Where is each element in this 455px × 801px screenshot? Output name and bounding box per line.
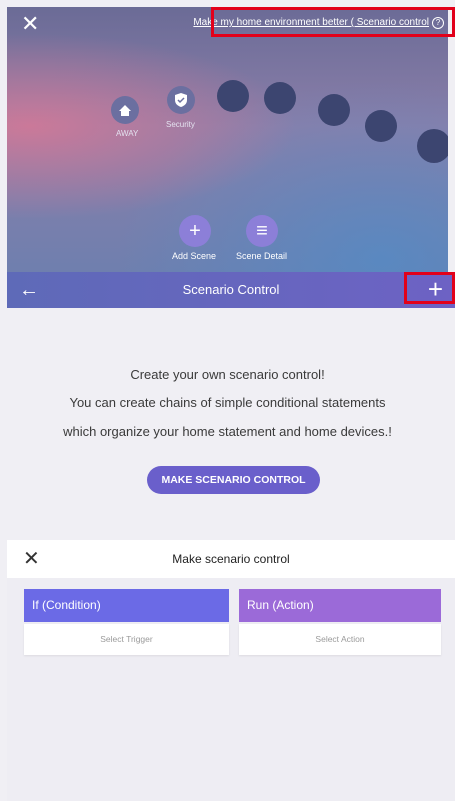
make-scenario-title: Make scenario control [172, 552, 290, 566]
select-action-field[interactable]: Select Action [239, 624, 441, 655]
make-scenario-header: ✕ Make scenario control [7, 540, 455, 578]
add-scene-button[interactable]: + [179, 215, 211, 247]
scene-security-button[interactable] [167, 86, 195, 114]
scene-empty-slot[interactable] [417, 129, 448, 163]
intro-line: which organize your home statement and h… [63, 424, 392, 439]
plus-icon: + [189, 220, 201, 242]
make-scenario-panel [7, 540, 455, 801]
scene-panel: ✕ Make my home environment better ( Scen… [7, 7, 448, 272]
scene-detail-label: Scene Detail [236, 251, 288, 261]
home-icon [119, 105, 131, 116]
action-header: Run (Action) [239, 589, 441, 622]
menu-icon: ≡ [256, 220, 268, 242]
page-title: Scenario Control [182, 282, 280, 297]
add-scene-label: Add Scene [172, 251, 217, 261]
make-scenario-button[interactable]: MAKE SCENARIO CONTROL [147, 466, 320, 494]
highlight-box [404, 272, 455, 304]
scene-away-button[interactable] [111, 96, 139, 124]
app-header: ← Scenario Control + [7, 272, 455, 308]
scene-empty-slot[interactable] [217, 80, 249, 112]
shield-icon [175, 93, 187, 107]
scene-empty-slot[interactable] [365, 110, 397, 142]
condition-header: If (Condition) [24, 589, 229, 622]
scene-empty-slot[interactable] [318, 94, 350, 126]
scene-security-label: Security [166, 120, 195, 129]
select-trigger-field[interactable]: Select Trigger [24, 624, 229, 655]
scene-away-label: AWAY [116, 129, 139, 138]
intro-line: You can create chains of simple conditio… [69, 395, 386, 410]
intro-line: Create your own scenario control! [130, 367, 325, 382]
scene-empty-slot[interactable] [264, 82, 296, 114]
close-icon[interactable]: ✕ [21, 13, 39, 35]
scene-detail-button[interactable]: ≡ [246, 215, 278, 247]
highlight-box [211, 7, 455, 37]
